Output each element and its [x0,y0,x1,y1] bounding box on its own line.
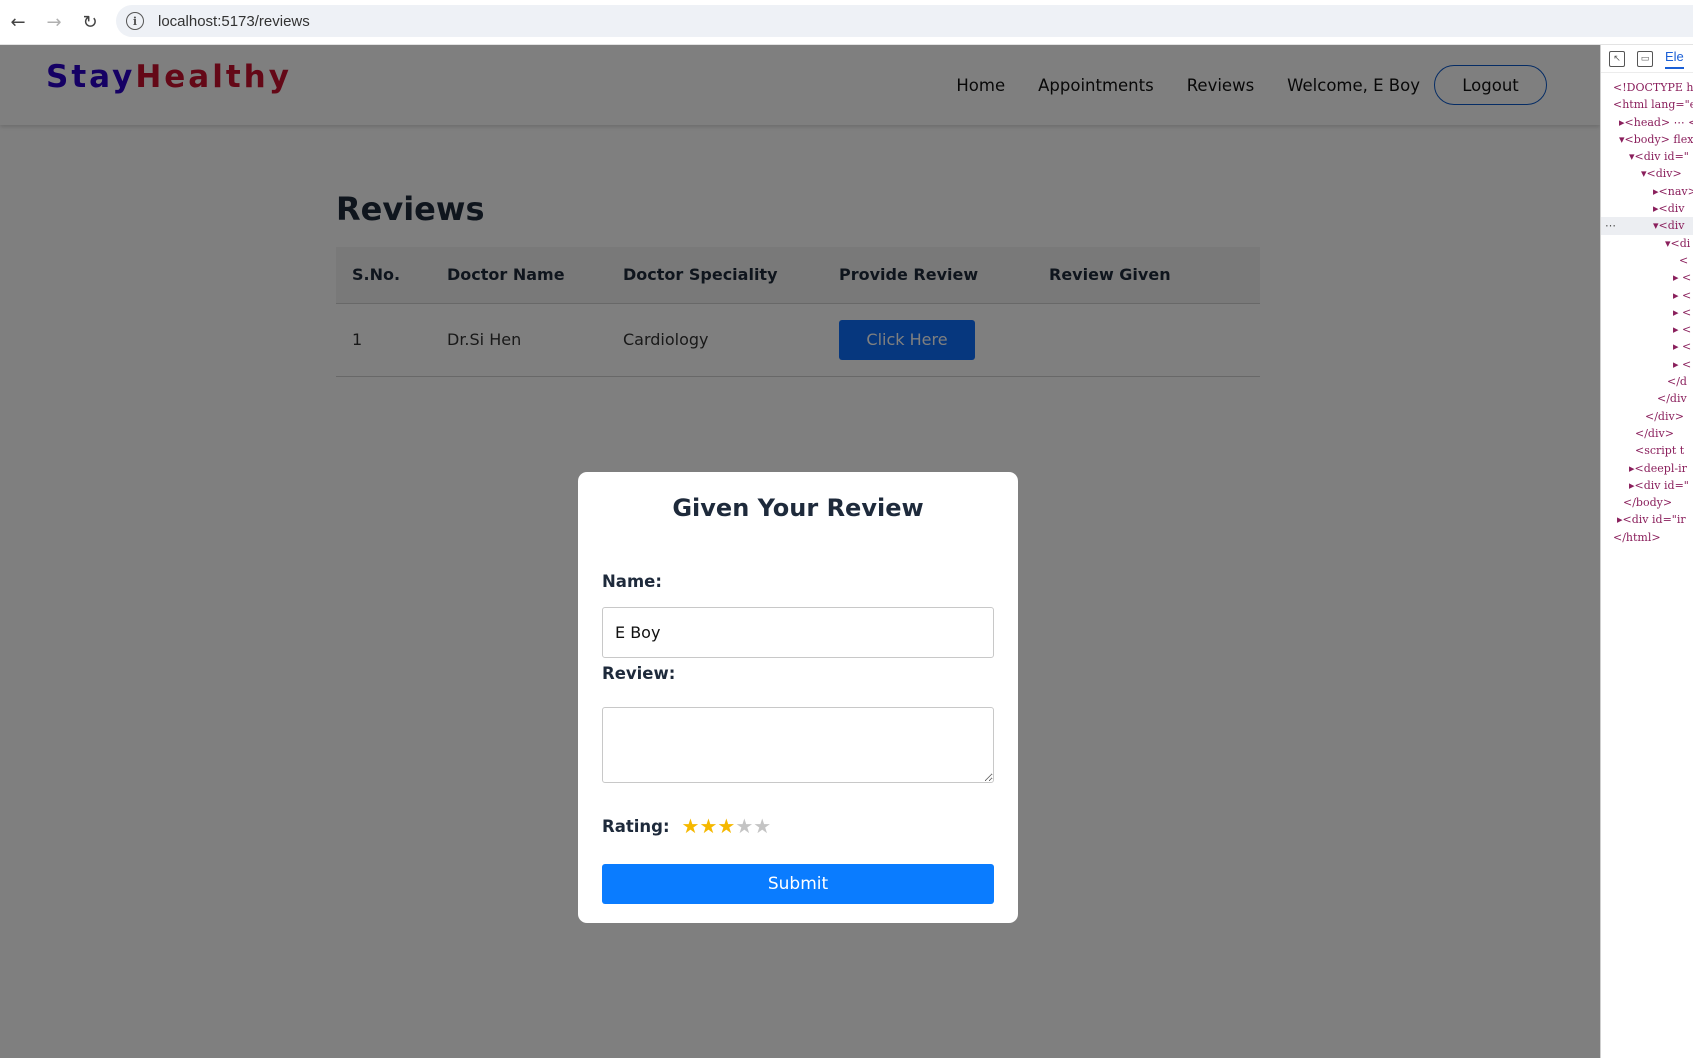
dom-node-text: ▸ < [1673,340,1692,354]
rating-label: Rating: [602,816,670,836]
dom-node-line[interactable]: </div [1601,390,1693,407]
dom-node-text: ▸ < [1673,271,1692,285]
dom-node-line[interactable]: ▸ < [1601,356,1693,373]
dom-node-line[interactable]: ▸<div id="ir [1601,511,1693,528]
dom-node-line[interactable]: <script t [1601,442,1693,459]
tab-elements[interactable]: Ele [1665,49,1684,69]
dom-node-line[interactable]: ▸<nav> [1601,183,1693,200]
dom-node-text: <script t [1635,444,1685,458]
dom-node-text: ▸<div [1653,202,1685,216]
rating-row: Rating: ★★★★★ [602,814,771,838]
dom-node-text: ▾<di [1665,236,1691,250]
dom-node-line[interactable]: </d [1601,373,1693,390]
dom-node-line[interactable]: ▸<div [1601,200,1693,217]
dom-node-text: ▾<div [1653,219,1685,233]
address-bar[interactable]: i localhost:5173/reviews [116,5,1693,37]
device-toggle-icon[interactable]: ▭ [1637,50,1653,67]
dom-tree: <!DOCTYPE htm <html lang="e ▸<head> ⋯ </ ▾<… [1601,73,1693,546]
devtools-panel: ↖ ▭ Ele <!DOCTYPE htm <html lang="e ▸<head… [1600,45,1693,1058]
dom-node-line[interactable]: <html lang="e [1601,96,1693,113]
dom-node-text: </d [1667,375,1687,389]
dom-node-line[interactable]: ▸ < [1601,269,1693,286]
dom-node-text: ▸<deepl-ir [1629,461,1687,475]
dom-node-line[interactable]: </body> [1601,494,1693,511]
dom-node-text: ▸<div id=" [1629,478,1689,492]
reload-button[interactable]: ↻ [72,4,108,40]
forward-button[interactable]: → [36,4,72,40]
review-label: Review: [602,664,676,683]
dom-node-line[interactable]: </html> [1601,529,1693,546]
dom-node-line[interactable]: ▸ < [1601,321,1693,338]
dom-node-text: ▸<nav> [1653,184,1693,198]
star-icon[interactable]: ★ [682,814,700,838]
dom-node-text: </div> [1635,426,1674,440]
reload-icon: ↻ [82,11,98,33]
dom-node-line[interactable]: ▸<div id=" [1601,477,1693,494]
dom-node-text: <!DOCTYPE htm [1613,81,1693,94]
star-icon[interactable]: ★ [717,814,735,838]
dom-node-text: ▾<body> flex [1619,132,1693,146]
dom-node-line[interactable]: ▸ < [1601,287,1693,304]
dom-node-line[interactable]: ▾<body> flex [1601,131,1693,148]
dom-node-line[interactable]: ▾<di [1601,235,1693,252]
url-text[interactable]: localhost:5173/reviews [158,13,310,30]
submit-button[interactable]: Submit [602,864,994,904]
modal-title: Given Your Review [672,494,924,522]
arrow-right-icon: → [46,11,62,33]
dom-node-text: ▸<head> ⋯ </ [1619,115,1693,129]
dom-node-line[interactable]: ▾<div id=" [1601,148,1693,165]
dom-node-line[interactable]: ⋯ ▾<div [1601,217,1693,235]
dom-node-line[interactable]: <!DOCTYPE htm [1601,79,1693,96]
arrow-left-icon: ← [10,11,26,33]
name-label: Name: [602,572,662,591]
dom-node-text: <html lang="e [1613,98,1693,112]
dom-node-line[interactable]: ▸ < [1601,304,1693,321]
dom-node-text: ▸ < [1673,288,1692,302]
dom-node-text: ▸ < [1673,305,1692,319]
review-modal: Given Your Review Name: Review: Rating: … [578,472,1018,923]
rating-stars: ★★★★★ [682,814,772,838]
star-icon[interactable]: ★ [753,814,771,838]
dom-node-line[interactable]: ▾<div> [1601,165,1693,182]
star-icon[interactable]: ★ [699,814,717,838]
ellipsis-icon[interactable]: ⋯ [1605,217,1616,234]
dom-node-text: </div> [1645,409,1684,423]
dom-node-text: </html> [1613,530,1661,544]
dom-node-text: ▸<div id="ir [1617,513,1686,527]
dom-node-line[interactable]: </div> [1601,408,1693,425]
dom-node-text: ▸ < [1673,323,1692,337]
dom-node-text: ▾<div> [1641,167,1682,181]
inspect-element-icon[interactable]: ↖ [1609,50,1625,67]
dom-node-line[interactable]: </div> [1601,425,1693,442]
dom-node-text: < [1679,253,1689,267]
dom-node-text: </div [1657,392,1687,406]
dom-node-text: ▾<div id=" [1629,150,1689,164]
dom-node-text: ▸ < [1673,357,1692,371]
dom-node-text: </body> [1623,496,1673,510]
dom-node-line[interactable]: < [1601,252,1693,269]
dom-node-line[interactable]: ▸ < [1601,338,1693,355]
page-viewport: StayHealthy Home Appointments Reviews We… [0,45,1600,1058]
back-button[interactable]: ← [0,4,36,40]
name-input[interactable] [602,607,994,658]
star-icon[interactable]: ★ [735,814,753,838]
browser-toolbar: ← → ↻ i localhost:5173/reviews [0,0,1693,45]
dom-node-line[interactable]: ▸<head> ⋯ </ [1601,114,1693,131]
devtools-toolbar: ↖ ▭ Ele [1601,45,1693,73]
review-textarea[interactable] [602,707,994,783]
dom-node-line[interactable]: ▸<deepl-ir [1601,460,1693,477]
site-info-icon[interactable]: i [126,12,144,30]
